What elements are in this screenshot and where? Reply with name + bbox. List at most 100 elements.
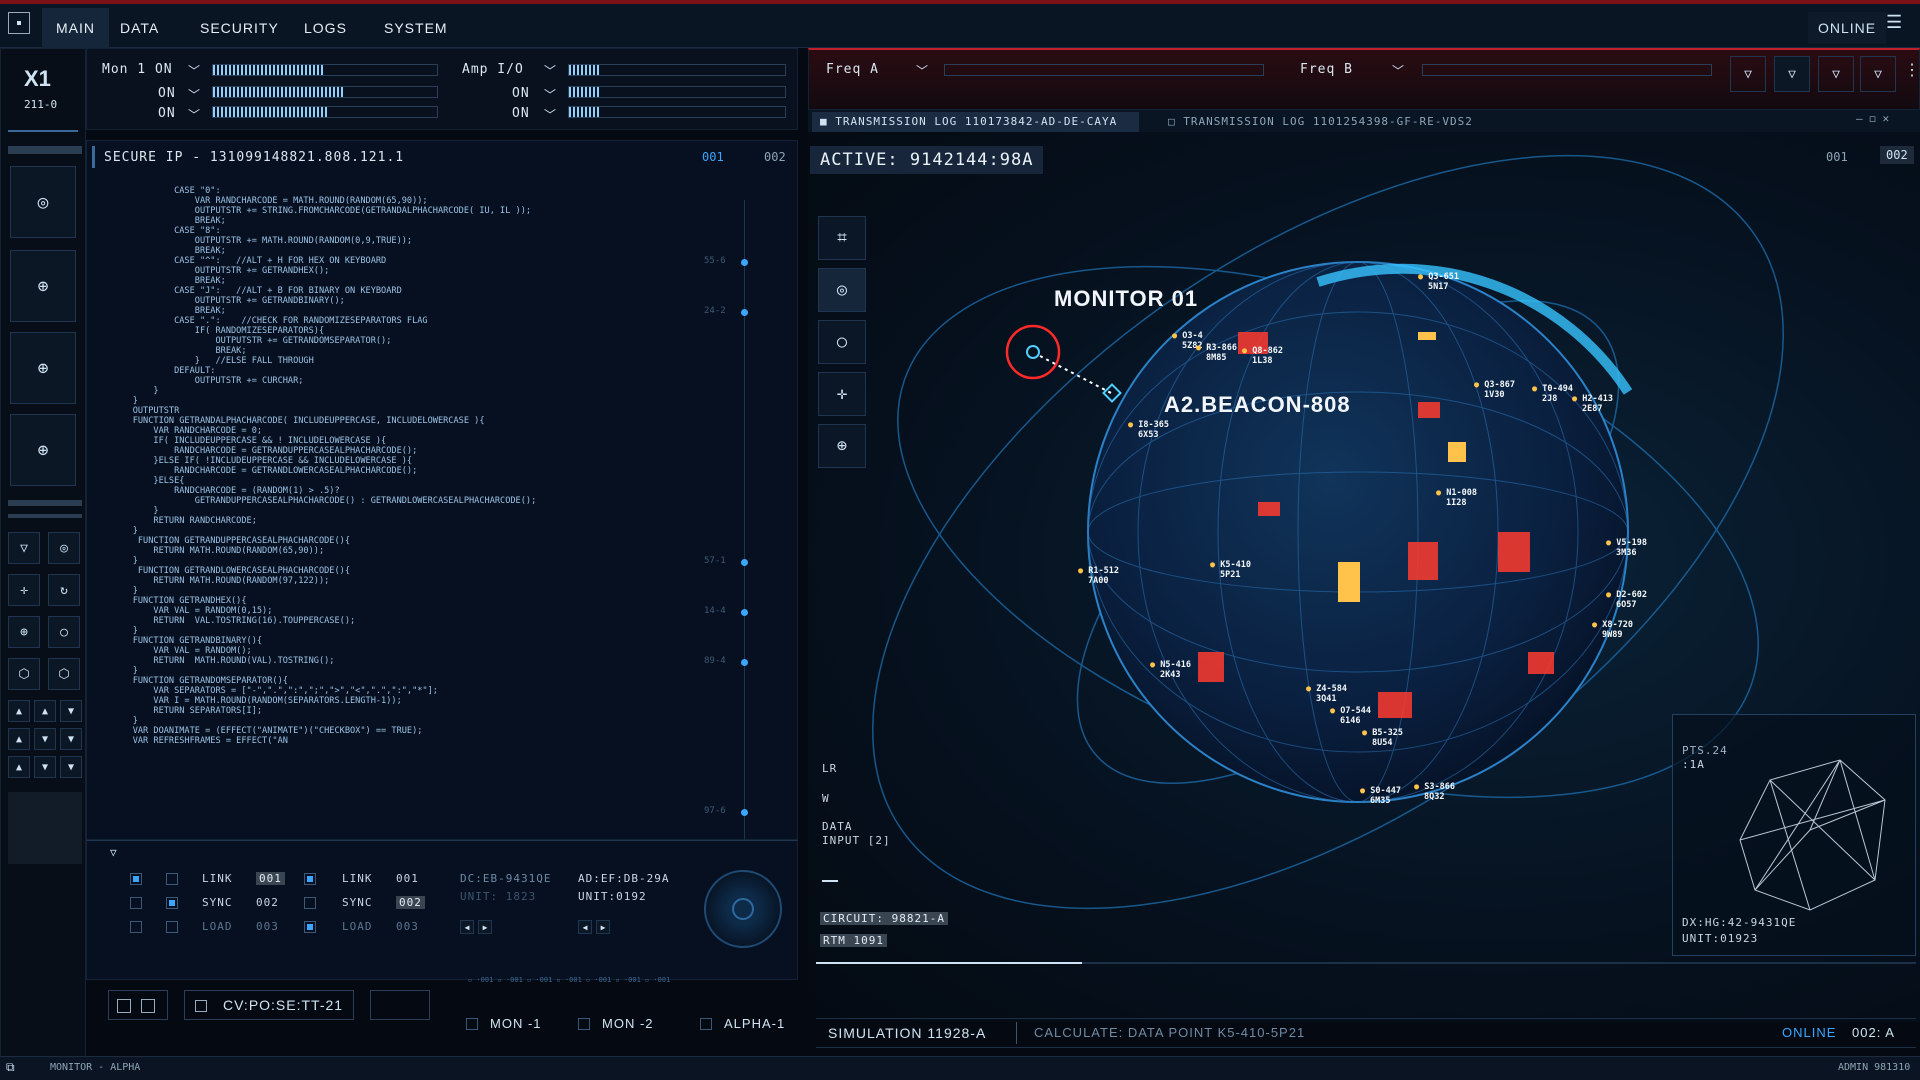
empty-field[interactable] <box>370 990 430 1020</box>
row-checkbox[interactable] <box>130 897 142 909</box>
row-checkbox[interactable] <box>130 921 142 933</box>
target-icon[interactable]: ⊕ <box>8 616 40 648</box>
data-point[interactable]: ● O7-544 6146 <box>1330 706 1371 726</box>
arrow-right-icon[interactable]: ▶ <box>478 920 492 934</box>
arrow-down-icon[interactable]: ▼ <box>34 756 56 778</box>
data-point[interactable]: ● Q3-867 1V30 <box>1474 380 1515 400</box>
joystick-dial[interactable] <box>704 870 782 948</box>
chevron-down-icon[interactable]: ﹀ <box>544 106 556 123</box>
row-checkbox[interactable] <box>304 897 316 909</box>
cv-field[interactable]: CV:PO:SE:TT-21 <box>184 990 354 1020</box>
circle-icon[interactable]: ○ <box>48 616 80 648</box>
more-vertical-icon[interactable]: ⋮ <box>1904 60 1920 79</box>
chevron-down-icon[interactable]: ﹀ <box>916 62 928 79</box>
triangle-down-icon[interactable]: ▽ <box>8 532 40 564</box>
target-circle-icon[interactable]: ⊕ <box>10 414 76 486</box>
filter-icon[interactable]: ▽ <box>1730 56 1766 92</box>
arrow-up-icon[interactable]: ▲ <box>34 700 56 722</box>
crosshair-icon[interactable]: ✛ <box>818 372 866 416</box>
frame-select-icon[interactable]: ⌗ <box>818 216 866 260</box>
arrow-left-icon[interactable]: ◀ <box>578 920 592 934</box>
chevron-down-icon[interactable]: ﹀ <box>188 106 200 123</box>
window-icon[interactable]: ⧉ <box>6 1060 15 1075</box>
chevron-down-icon[interactable]: ﹀ <box>544 62 556 79</box>
row-checkbox[interactable] <box>166 897 178 909</box>
data-point[interactable]: ● H2-413 2E87 <box>1572 394 1613 414</box>
timeline-marker[interactable] <box>741 659 748 666</box>
viz-tab-001[interactable]: 001 <box>1826 150 1848 164</box>
data-point[interactable]: ● S3-866 8Q32 <box>1414 782 1455 802</box>
filter-icon[interactable]: ▽ <box>1860 56 1896 92</box>
data-point[interactable]: ● N1-008 1I28 <box>1436 488 1477 508</box>
row-checkbox[interactable] <box>304 873 316 885</box>
cube-icon[interactable]: ⬡ <box>8 658 40 690</box>
crosshair-icon[interactable]: ✛ <box>8 574 40 606</box>
arrow-down-icon[interactable]: ▼ <box>60 756 82 778</box>
log-tab-2[interactable]: □ TRANSMISSION LOG 1101254398-GF-RE-VDS2 <box>1160 112 1481 132</box>
orbit-icon[interactable]: ○ <box>818 320 866 364</box>
data-point[interactable]: ● V5-198 3M36 <box>1606 538 1647 558</box>
tab-data[interactable]: DATA <box>106 8 173 48</box>
data-point[interactable]: ● Q3-651 5N17 <box>1418 272 1459 292</box>
chevron-down-icon[interactable]: ﹀ <box>544 86 556 103</box>
tab-logs[interactable]: LOGS <box>290 8 361 48</box>
chevron-down-icon[interactable]: ﹀ <box>1392 62 1404 79</box>
data-point[interactable]: ● Q8-862 1L38 <box>1242 346 1283 366</box>
data-point[interactable]: ● Z4-584 3Q41 <box>1306 684 1347 704</box>
camera-scan-icon[interactable]: ◎ <box>818 268 866 312</box>
code-tab-002[interactable]: 002 <box>764 150 786 164</box>
target-circle-icon[interactable]: ⊕ <box>10 250 76 322</box>
data-point[interactable]: ● N5-416 2K43 <box>1150 660 1191 680</box>
row-checkbox[interactable] <box>166 873 178 885</box>
data-point[interactable]: ● D2-602 6O57 <box>1606 590 1647 610</box>
data-point[interactable]: ● R1-512 7A00 <box>1078 566 1119 586</box>
arrow-down-icon[interactable]: ▼ <box>60 700 82 722</box>
mon-1-checkbox[interactable] <box>466 1018 478 1030</box>
refresh-icon[interactable]: ↻ <box>48 574 80 606</box>
alpha-1-checkbox[interactable] <box>700 1018 712 1030</box>
data-point[interactable]: ● I8-365 6X53 <box>1128 420 1169 440</box>
arrow-down-icon[interactable]: ▼ <box>34 728 56 750</box>
data-point[interactable]: ● K5-410 5P21 <box>1210 560 1251 580</box>
monitor-point[interactable] <box>1026 345 1040 359</box>
tab-system[interactable]: SYSTEM <box>370 8 462 48</box>
row-checkbox[interactable] <box>304 921 316 933</box>
timeline-marker[interactable] <box>741 559 748 566</box>
window-controls[interactable]: — ◻ ✕ <box>1856 112 1889 125</box>
tab-main[interactable]: MAIN <box>42 8 109 50</box>
viz-tab-002[interactable]: 002 <box>1880 146 1914 164</box>
camera-icon[interactable]: ◎ <box>48 532 80 564</box>
arrow-left-icon[interactable]: ◀ <box>460 920 474 934</box>
row-checkbox[interactable] <box>166 921 178 933</box>
view-toggle[interactable] <box>108 990 168 1020</box>
data-point[interactable]: ● S0-447 6M35 <box>1360 786 1401 806</box>
code-tab-001[interactable]: 001 <box>702 150 724 164</box>
app-logo-icon[interactable] <box>8 12 30 34</box>
beacon-marker[interactable] <box>1102 383 1122 403</box>
timeline-marker[interactable] <box>741 609 748 616</box>
data-point[interactable]: ● R3-866 8M85 <box>1196 343 1237 363</box>
timeline-marker[interactable] <box>741 309 748 316</box>
collapse-icon[interactable]: ▽ <box>110 846 117 859</box>
arrow-up-icon[interactable]: ▲ <box>8 728 30 750</box>
target-circle-icon[interactable]: ⊕ <box>10 332 76 404</box>
arrow-right-icon[interactable]: ▶ <box>596 920 610 934</box>
log-tab-1[interactable]: ■ TRANSMISSION LOG 110173842-AD-DE-CAYA <box>812 112 1140 132</box>
chevron-down-icon[interactable]: ﹀ <box>188 62 200 79</box>
filter-icon[interactable]: ▽ <box>1774 56 1810 92</box>
row-checkbox[interactable] <box>130 873 142 885</box>
data-point[interactable]: ● T0-494 2J8 <box>1532 384 1573 404</box>
mon-2-checkbox[interactable] <box>578 1018 590 1030</box>
chevron-down-icon[interactable]: ﹀ <box>188 86 200 103</box>
arrow-up-icon[interactable]: ▲ <box>8 700 30 722</box>
timeline-marker[interactable] <box>741 259 748 266</box>
filter-icon[interactable]: ▽ <box>1818 56 1854 92</box>
tab-security[interactable]: SECURITY <box>186 8 293 48</box>
camera-scan-icon[interactable]: ◎ <box>10 166 76 238</box>
arrow-up-icon[interactable]: ▲ <box>8 756 30 778</box>
target-icon[interactable]: ⊕ <box>818 424 866 468</box>
timeline-marker[interactable] <box>741 809 748 816</box>
data-point[interactable]: ● B5-325 8U54 <box>1362 728 1403 748</box>
arrow-down-icon[interactable]: ▼ <box>60 728 82 750</box>
data-point[interactable]: ● X8-720 9W89 <box>1592 620 1633 640</box>
